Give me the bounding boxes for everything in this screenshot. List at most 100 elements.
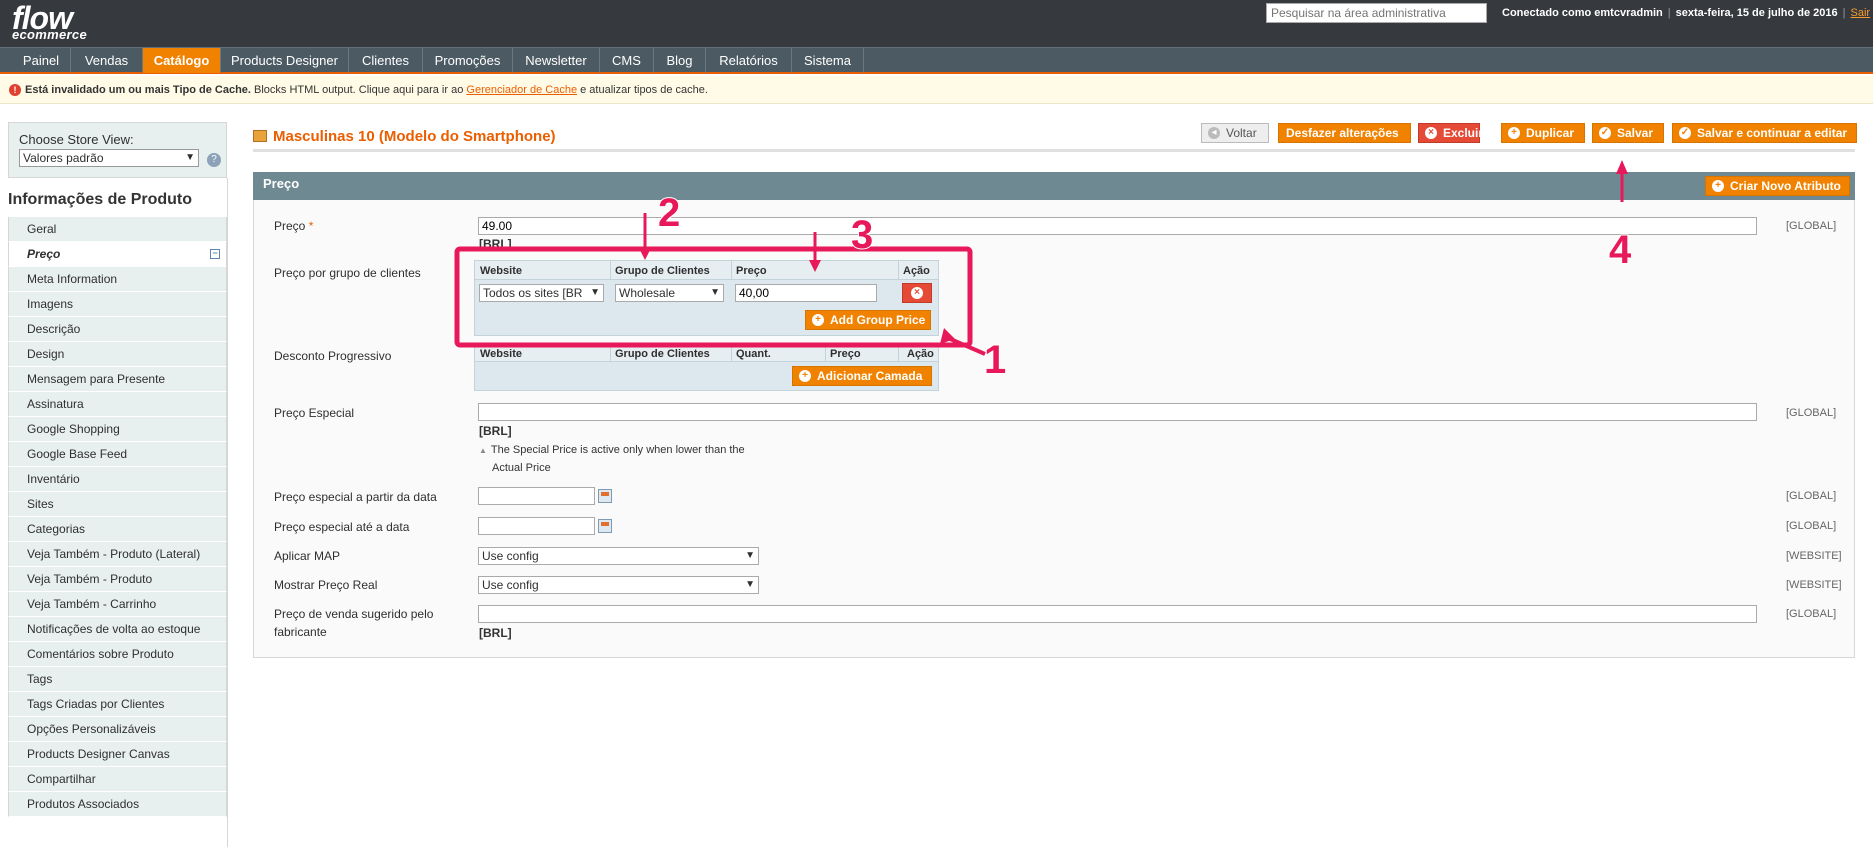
add-tier-label: Adicionar Camada bbox=[817, 369, 923, 383]
special-to-label: Preço especial até a data bbox=[274, 520, 410, 534]
nav-item-sistema[interactable]: Sistema bbox=[792, 48, 864, 73]
global-search-input[interactable] bbox=[1266, 3, 1487, 23]
special-to-date-input[interactable] bbox=[478, 517, 595, 535]
show-price-label: Mostrar Preço Real bbox=[274, 578, 378, 592]
sidebar-item-google-base-feed[interactable]: Google Base Feed bbox=[8, 442, 227, 467]
save-continue-button[interactable]: ✓ Salvar e continuar a editar bbox=[1672, 123, 1857, 143]
save-button[interactable]: ✓ Salvar bbox=[1592, 123, 1664, 143]
special-from-label: Preço especial a partir da data bbox=[274, 490, 437, 504]
group-website-value: Todos os sites [BR bbox=[483, 286, 583, 300]
price-label-text: Preço bbox=[274, 219, 306, 233]
add-tier-button[interactable]: + Adicionar Camada bbox=[792, 366, 932, 386]
show-price-select[interactable]: Use config ▼ bbox=[478, 576, 759, 594]
sidebar-item-upsell-lateral[interactable]: Veja Também - Produto (Lateral) bbox=[8, 542, 227, 567]
special-price-note: ▲ The Special Price is active only when l… bbox=[479, 441, 745, 460]
sidebar-item-mensagem-presente[interactable]: Mensagem para Presente bbox=[8, 367, 227, 392]
delete-x-icon: × bbox=[1425, 127, 1437, 139]
sidebar-item-categorias[interactable]: Categorias bbox=[8, 517, 227, 542]
price-label: Preço * bbox=[274, 217, 313, 235]
admin-header: flow ecommerce Conectado como emtcvradmi… bbox=[0, 0, 1873, 47]
sidebar-item-compartilhar[interactable]: Compartilhar bbox=[8, 767, 227, 792]
nav-item-painel[interactable]: Painel bbox=[12, 48, 71, 73]
store-view-label: Choose Store View: bbox=[19, 132, 134, 147]
customer-group-select[interactable]: Wholesale ▼ bbox=[615, 284, 724, 302]
col-website: Website bbox=[480, 348, 522, 360]
reset-button[interactable]: Desfazer alterações bbox=[1278, 123, 1411, 143]
sidebar-item-sites[interactable]: Sites bbox=[8, 492, 227, 517]
cache-manager-link[interactable]: Gerenciador de Cache bbox=[466, 84, 577, 96]
back-button[interactable]: ◂ Voltar bbox=[1201, 123, 1269, 143]
column-divider bbox=[898, 261, 899, 280]
logout-link[interactable]: Sair bbox=[1851, 7, 1871, 19]
delete-button[interactable]: × Excluir bbox=[1418, 123, 1483, 143]
message-after: e atualizar tipos de cache. bbox=[577, 84, 708, 96]
calendar-icon[interactable] bbox=[598, 519, 612, 533]
col-price: Preço bbox=[830, 348, 861, 360]
close-icon: × bbox=[911, 287, 923, 299]
store-view-select[interactable]: Valores padrão ▼ bbox=[19, 149, 199, 167]
nav-item-blog[interactable]: Blog bbox=[654, 48, 706, 73]
column-divider bbox=[898, 345, 899, 362]
sidebar-item-design[interactable]: Design bbox=[8, 342, 227, 367]
product-box-icon bbox=[253, 130, 267, 142]
nav-item-cms[interactable]: CMS bbox=[600, 48, 654, 73]
special-from-date-input[interactable] bbox=[478, 487, 595, 505]
price-scope: [GLOBAL] bbox=[1786, 220, 1837, 232]
msrp-currency: [BRL] bbox=[479, 626, 512, 640]
date-text: sexta-feira, 15 de julho de 2016 bbox=[1675, 7, 1838, 19]
col-action: Ação bbox=[907, 348, 934, 360]
group-price-input[interactable] bbox=[735, 284, 877, 302]
create-attribute-button[interactable]: + Criar Novo Atributo bbox=[1705, 176, 1850, 196]
sidebar-item-reviews[interactable]: Comentários sobre Produto bbox=[8, 642, 227, 667]
add-group-price-label: Add Group Price bbox=[830, 313, 926, 327]
nav-item-promocoes[interactable]: Promoções bbox=[423, 48, 513, 73]
nav-item-newsletter[interactable]: Newsletter bbox=[513, 48, 600, 73]
sidebar-item-assinatura[interactable]: Assinatura bbox=[8, 392, 227, 417]
sidebar-item-descricao[interactable]: Descrição bbox=[8, 317, 227, 342]
special-price-scope: [GLOBAL] bbox=[1786, 407, 1837, 419]
sidebar-item-designer-canvas[interactable]: Products Designer Canvas bbox=[8, 742, 227, 767]
group-website-select[interactable]: Todos os sites [BR ▼ bbox=[479, 284, 604, 302]
add-group-price-button[interactable]: + Add Group Price bbox=[805, 310, 931, 330]
sidebar-item-stock-alerts[interactable]: Notificações de volta ao estoque bbox=[8, 617, 227, 642]
sidebar-item-inventario[interactable]: Inventário bbox=[8, 467, 227, 492]
nav-item-catalogo[interactable]: Catálogo bbox=[143, 48, 221, 73]
sidebar-item-tags[interactable]: Tags bbox=[8, 667, 227, 692]
column-divider bbox=[825, 345, 826, 362]
sidebar-item-meta-information[interactable]: Meta Information bbox=[8, 267, 227, 292]
sidebar-item-custom-options[interactable]: Opções Personalizáveis bbox=[8, 717, 227, 742]
apply-map-value: Use config bbox=[482, 549, 539, 563]
sidebar-item-label: Preço bbox=[27, 247, 61, 261]
sidebar-item-preco[interactable]: Preço − bbox=[8, 242, 227, 267]
nav-item-clientes[interactable]: Clientes bbox=[349, 48, 423, 73]
duplicate-button[interactable]: + Duplicar bbox=[1501, 123, 1585, 143]
msrp-label-line2: fabricante bbox=[274, 625, 327, 639]
save-label: Salvar bbox=[1617, 126, 1654, 140]
error-icon: ! bbox=[9, 84, 21, 96]
chevron-down-icon: ▼ bbox=[590, 287, 600, 298]
apply-map-select[interactable]: Use config ▼ bbox=[478, 547, 759, 565]
check-icon: ✓ bbox=[1679, 127, 1691, 139]
col-website: Website bbox=[480, 265, 522, 277]
sidebar-item-geral[interactable]: Geral bbox=[8, 217, 227, 242]
delete-group-price-button[interactable]: × bbox=[902, 283, 932, 303]
special-price-input[interactable] bbox=[478, 403, 1757, 421]
nav-item-relatorios[interactable]: Relatórios bbox=[706, 48, 792, 73]
sidebar-item-related[interactable]: Veja Também - Produto bbox=[8, 567, 227, 592]
sidebar-item-customer-tags[interactable]: Tags Criadas por Clientes bbox=[8, 692, 227, 717]
help-icon[interactable]: ? bbox=[207, 153, 221, 167]
sidebar-item-imagens[interactable]: Imagens bbox=[8, 292, 227, 317]
msrp-label: Preço de venda sugerido pelo bbox=[274, 607, 434, 621]
price-input[interactable] bbox=[478, 217, 1757, 235]
nav-item-products-designer[interactable]: Products Designer bbox=[221, 48, 349, 73]
show-price-value: Use config bbox=[482, 578, 539, 592]
nav-item-vendas[interactable]: Vendas bbox=[71, 48, 143, 73]
sidebar-item-associated-products[interactable]: Produtos Associados bbox=[8, 792, 227, 817]
sidebar-item-google-shopping[interactable]: Google Shopping bbox=[8, 417, 227, 442]
special-price-label: Preço Especial bbox=[274, 406, 355, 420]
back-arrow-icon: ◂ bbox=[1208, 127, 1220, 139]
msrp-input[interactable] bbox=[478, 605, 1757, 623]
sidebar-item-crosssell[interactable]: Veja Também - Carrinho bbox=[8, 592, 227, 617]
calendar-icon[interactable] bbox=[598, 489, 612, 503]
required-mark: * bbox=[308, 219, 314, 233]
